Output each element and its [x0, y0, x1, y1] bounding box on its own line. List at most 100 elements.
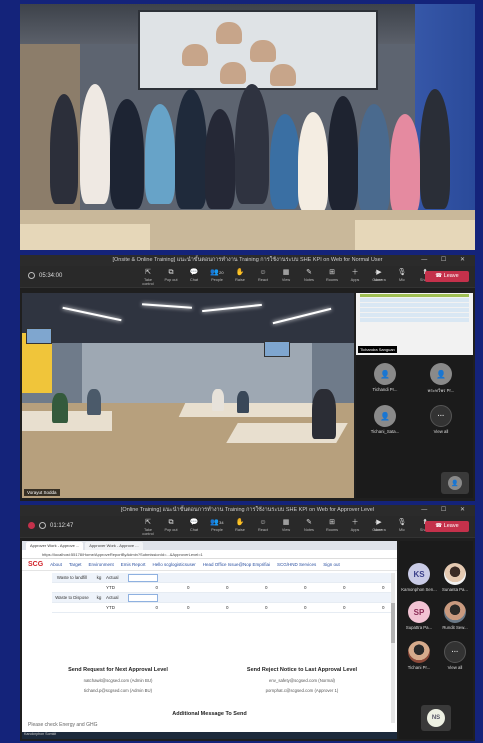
attendee — [87, 389, 101, 415]
window-controls[interactable]: — ☐ ✕ — [421, 255, 471, 266]
attendee — [312, 389, 336, 439]
pop-out-button[interactable]: ⧉ Pop out — [161, 518, 181, 536]
meeting-toolbar: 01:12:47 ⇱ Take control ⧉ Pop out 💬 Chat 👥3… — [20, 516, 475, 538]
cell: 0 — [186, 585, 190, 590]
camera-button[interactable]: ▶ Camera — [369, 518, 389, 532]
view-all-button[interactable]: ··· View all — [437, 641, 473, 670]
apps-button[interactable]: ＋ Apps — [345, 518, 365, 536]
rooms-icon: ⊞ — [329, 519, 335, 526]
nav-emis-report[interactable]: Emis Report — [121, 562, 146, 567]
people-button[interactable]: 👥20 People — [207, 268, 227, 286]
address-bar[interactable]: https://localhost:55178/Home/ApproveRepo… — [22, 550, 397, 559]
row-kind: YTD — [106, 585, 115, 590]
participant-tile[interactable]: 👤 Tichandi Pr... — [360, 363, 410, 392]
meeting-toolbar: 05:34:00 ⇱ Take control ⧉ Pop out 💬 Chat 👥2… — [20, 266, 475, 288]
row-unit: kg — [96, 575, 102, 580]
cell: 0 — [186, 605, 190, 610]
notes-button[interactable]: ✎ Notes — [299, 518, 319, 536]
meeting-timer: 05:34:00 — [28, 272, 62, 279]
rooms-button[interactable]: ⊞ Rooms — [322, 518, 342, 536]
cell: 0 — [381, 605, 385, 610]
actual-input[interactable] — [128, 573, 158, 582]
apps-button[interactable]: ＋ Apps — [345, 268, 365, 286]
mic-button[interactable]: 🎙 Mic — [392, 268, 412, 282]
nav-sign-out[interactable]: Sign out — [323, 562, 340, 567]
mic-icon: 🎙 — [397, 269, 407, 276]
reject-email[interactable]: env_safety@scgsed.com (Normal) — [212, 678, 392, 683]
tool-label: View — [281, 528, 291, 532]
participant-pane: Tichandra Sanguan 👤 Tichandi Pr... 👤 พระ… — [356, 293, 473, 498]
actual-input[interactable] — [128, 593, 158, 602]
row-kind: Actual — [106, 595, 119, 600]
view-button[interactable]: ▦ View — [276, 268, 296, 286]
nav-user[interactable]: Hello scglogisticsuser — [152, 562, 195, 567]
chat-button[interactable]: 💬 Chat — [184, 518, 204, 536]
person — [235, 84, 269, 204]
nav-head-office[interactable]: Head Office Issue@Nop Emprifiai — [203, 562, 270, 567]
wall-tv — [26, 328, 52, 344]
browser-tab[interactable]: Approver Work - Approve ... — [85, 542, 143, 550]
tool-label: Take control — [142, 278, 154, 286]
scrollbar[interactable] — [391, 573, 395, 723]
approver-email[interactable]: natchawit@scgsed.com (Admin BU) — [28, 678, 208, 683]
shared-content-thumbnail[interactable]: Tichandra Sanguan — [356, 293, 473, 355]
participant-tile[interactable]: Tichani Pr... — [401, 641, 437, 670]
view-button[interactable]: ▦ View — [276, 518, 296, 536]
participant-tile[interactable]: Rundit Sew... — [437, 601, 473, 630]
more-icon: ··· — [444, 641, 466, 663]
take-control-button[interactable]: ⇱ Take control — [138, 268, 158, 286]
self-view[interactable]: 👤 — [441, 472, 469, 494]
rooms-button[interactable]: ⊞ Rooms — [322, 268, 342, 286]
pop-out-icon: ⧉ — [168, 519, 174, 526]
participant-tile[interactable]: Sunanta Pa... — [437, 563, 473, 592]
participant-tile[interactable]: 👤 Tichani_Sata... — [360, 405, 410, 434]
view-all-button[interactable]: ··· View all — [416, 405, 466, 434]
avatar-photo — [444, 563, 466, 585]
tool-label: Rooms — [325, 278, 339, 282]
timer-text: 01:12:47 — [50, 522, 74, 529]
nav-environment[interactable]: Environment — [88, 562, 113, 567]
browser-tab[interactable]: Approver Work - Approve ... — [26, 542, 84, 550]
participant-tile[interactable]: KS Kamonphon Sen... — [401, 563, 437, 592]
participant-name: Kamonphon Sen... — [401, 587, 437, 592]
ytd-total: 0 — [155, 585, 158, 590]
participant-tile[interactable]: 👤 พระทวีพร Pr... — [416, 363, 466, 394]
person — [80, 84, 110, 204]
table-row: Waste to landfill kg Actual — [52, 573, 392, 583]
reject-email[interactable]: pornphat.c@scgsed.com (Approver 1) — [212, 688, 392, 693]
react-button[interactable]: ☺ React — [253, 518, 273, 536]
ceiling-light — [62, 306, 122, 322]
tool-label: Notes — [304, 528, 314, 532]
raise-hand-button[interactable]: ✋ Raise — [230, 268, 250, 286]
self-view[interactable]: NS — [421, 705, 451, 731]
notes-button[interactable]: ✎ Notes — [299, 268, 319, 286]
meeting-tools: ⇱ Take control ⧉ Pop out 💬 Chat 👥34 People ✋… — [138, 518, 388, 536]
nav-about[interactable]: About — [50, 562, 62, 567]
approver-email[interactable]: tichand.p@scgsed.com (Admin BU) — [28, 688, 208, 693]
pop-out-button[interactable]: ⧉ Pop out — [161, 268, 181, 286]
table-row: Waste to Dispose kg Actual — [52, 593, 392, 603]
people-button[interactable]: 👥34 People — [207, 518, 227, 536]
chat-button[interactable]: 💬 Chat — [184, 268, 204, 286]
participant-tile[interactable]: SP Supattra Pa... — [401, 601, 437, 630]
raise-hand-button[interactable]: ✋ Raise — [230, 518, 250, 536]
camera-button[interactable]: ▶ Camera — [369, 268, 389, 282]
ceiling-light — [202, 303, 262, 313]
attendee — [212, 389, 224, 411]
mic-button[interactable]: 🎙 Mic — [392, 518, 412, 532]
ceiling-light — [272, 307, 332, 325]
nav-services[interactable]: SCG/HND Services — [277, 562, 316, 567]
leave-button[interactable]: ☎ Leave — [425, 521, 469, 532]
tool-label: People — [211, 278, 223, 282]
room-camera-video: Vorayut Sodda — [22, 293, 354, 498]
tool-label: Mic — [399, 528, 405, 532]
scroll-thumb[interactable] — [391, 603, 395, 643]
tool-label: Raise — [235, 528, 245, 532]
nav-target[interactable]: Target — [69, 562, 82, 567]
tool-label: React — [258, 528, 268, 532]
react-button[interactable]: ☺ React — [253, 268, 273, 286]
hand-icon: ✋ — [235, 519, 245, 526]
leave-button[interactable]: ☎ Leave — [425, 271, 469, 282]
window-controls[interactable]: — ☐ ✕ — [421, 505, 471, 516]
take-control-button[interactable]: ⇱ Take control — [138, 518, 158, 536]
